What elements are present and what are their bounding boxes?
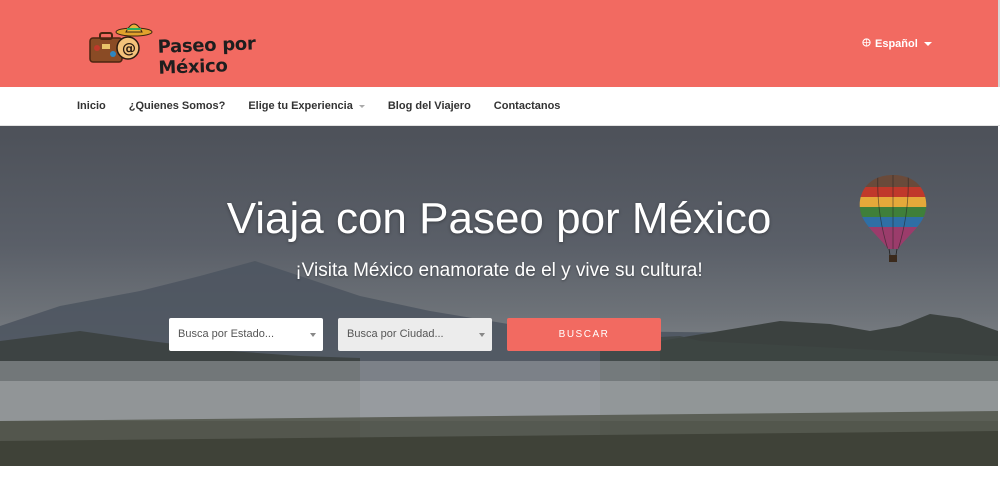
main-nav: Inicio ¿Quienes Somos? Elige tu Experien… (0, 87, 1000, 126)
estado-select-placeholder: Busca por Estado... (178, 328, 274, 340)
globe-icon (862, 38, 871, 50)
nav-item-blog[interactable]: Blog del Viajero (388, 100, 471, 112)
brand-name: Paseo por México (157, 33, 256, 79)
hero-landscape-image (0, 261, 998, 466)
nav-item-contactanos[interactable]: Contactanos (494, 100, 561, 112)
chevron-down-icon (479, 333, 485, 337)
nav-item-quienes-somos[interactable]: ¿Quienes Somos? (129, 100, 226, 112)
site-logo[interactable]: @ Paseo por México (88, 18, 318, 79)
hero-title: Viaja con Paseo por México (226, 194, 772, 243)
suitcase-logo-icon: @ (89, 23, 153, 63)
nav-item-elige-experiencia[interactable]: Elige tu Experiencia (248, 100, 365, 112)
nav-item-inicio[interactable]: Inicio (77, 100, 106, 112)
ciudad-select[interactable]: Busca por Ciudad... (338, 318, 492, 351)
chevron-down-icon (310, 333, 316, 337)
estado-select[interactable]: Busca por Estado... (169, 318, 323, 351)
ciudad-select-placeholder: Busca por Ciudad... (347, 328, 444, 340)
language-label: Español (875, 38, 918, 50)
nav-item-label: ¿Quienes Somos? (128, 100, 226, 112)
language-selector[interactable]: Español (862, 38, 932, 50)
hero-subtitle: ¡Visita México enamorate de el y vive su… (295, 260, 703, 281)
caret-down-icon (923, 42, 932, 46)
nav-item-label: Contactanos (493, 100, 561, 112)
nav-item-label: Blog del Viajero (387, 100, 471, 112)
svg-text:@: @ (122, 41, 136, 57)
hero-banner: Viaja con Paseo por México ¡Visita Méxic… (0, 126, 998, 466)
search-button[interactable]: BUSCAR (507, 318, 661, 351)
top-header: @ Paseo por México Español (0, 0, 1000, 87)
chevron-down-icon (358, 104, 365, 108)
nav-item-label: Elige tu Experiencia (248, 100, 353, 112)
nav-item-label: Inicio (77, 100, 106, 112)
